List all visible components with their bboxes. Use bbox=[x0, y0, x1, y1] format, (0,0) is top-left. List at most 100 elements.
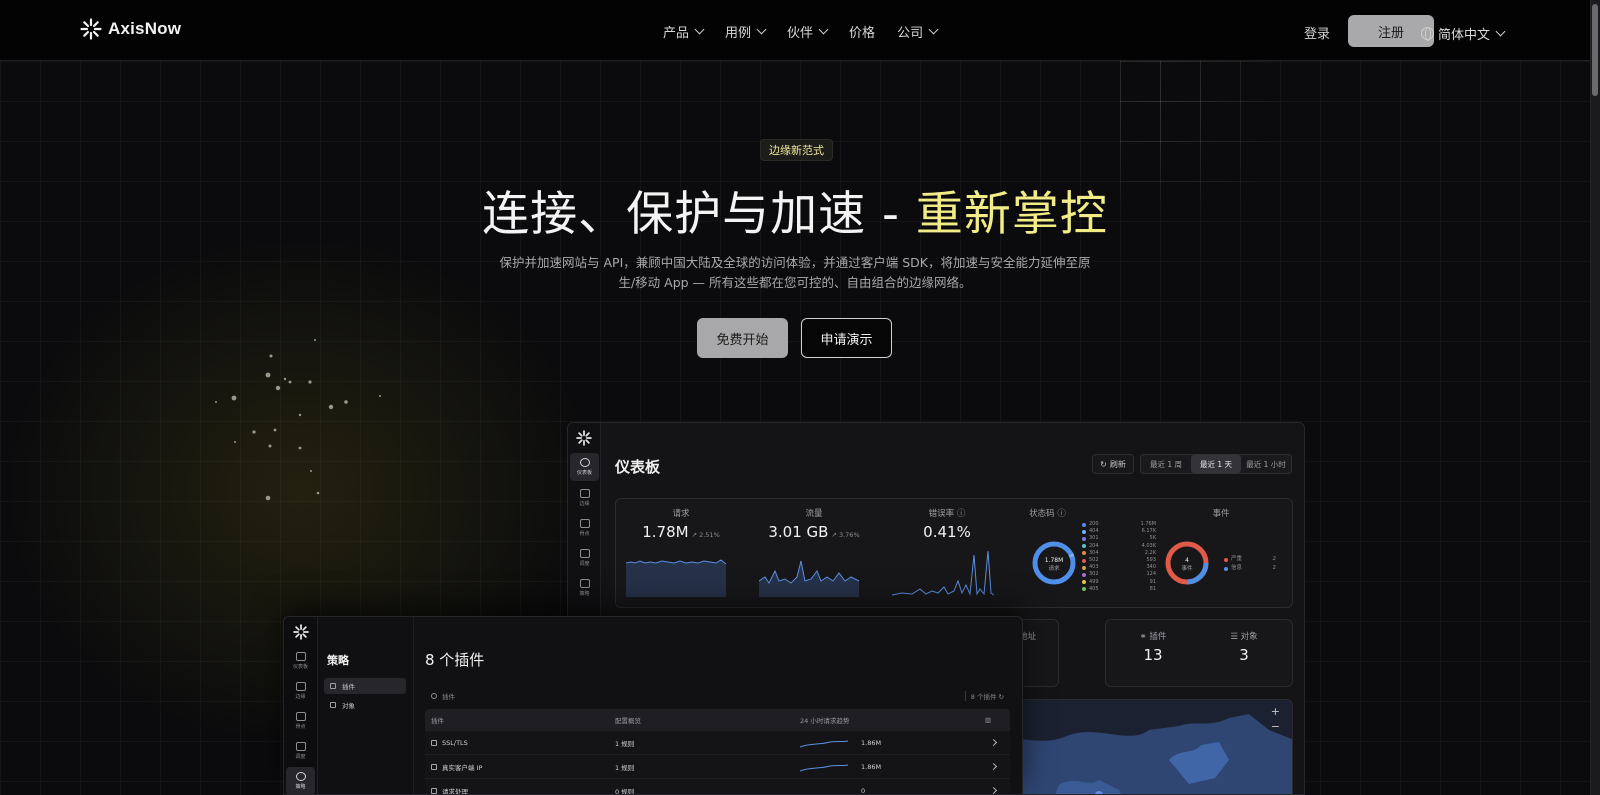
brand-logo[interactable]: AxisNow bbox=[80, 18, 181, 40]
sidebar-item-policy[interactable]: 策略 bbox=[286, 767, 315, 794]
sidebar-item-nodes[interactable]: 骨点 bbox=[286, 707, 315, 735]
sidebar-item-policy[interactable]: 策略 bbox=[570, 574, 599, 602]
subnav-item-plugins[interactable]: 插件 bbox=[324, 678, 406, 694]
brand-name: AxisNow bbox=[108, 19, 182, 38]
kpi-number: 3.01 GB bbox=[768, 523, 829, 541]
zoom-out-icon[interactable]: − bbox=[1271, 719, 1280, 734]
status-count: 4.03K bbox=[1141, 542, 1156, 549]
column-header[interactable]: 24 小时请求趋势 bbox=[800, 709, 849, 731]
start-free-button[interactable]: 免费开始 bbox=[697, 318, 788, 358]
status-code-row: 499 91 bbox=[1082, 579, 1156, 586]
plugin-config: 0 规则 bbox=[615, 787, 635, 795]
refresh-icon[interactable]: ↻ bbox=[999, 693, 1004, 701]
kpi-label-text: 错误率 bbox=[928, 509, 955, 519]
sidebar-item-nodes[interactable]: 骨点 bbox=[570, 514, 599, 542]
chevron-right-icon[interactable] bbox=[989, 738, 998, 747]
table-row[interactable]: 请求处理 0 规则 0 bbox=[425, 779, 1010, 795]
globe-icon bbox=[431, 763, 437, 770]
legend-swatch bbox=[1224, 557, 1228, 562]
legend-swatch bbox=[1082, 522, 1086, 527]
subtitle-line: 保护并加速网站与 API，兼顾中国大陆及全球的访问体验，并通过客户端 SDK，将… bbox=[499, 255, 1091, 270]
event-legend-row: 信息 2 bbox=[1224, 564, 1276, 573]
status-code: 499 bbox=[1089, 578, 1099, 585]
columns-icon[interactable]: ▥ bbox=[985, 709, 991, 731]
legend-swatch bbox=[1082, 573, 1086, 578]
chevron-down-icon bbox=[694, 24, 705, 35]
status-code-legend: 200 1.76M 404 6.17K 301 5K 204 4.03K 304 2.2K 502 5… bbox=[1082, 521, 1156, 593]
sidebar-label: 仪表板 bbox=[576, 470, 592, 476]
search-placeholder: 插件 bbox=[442, 693, 455, 701]
column-header[interactable]: 插件 bbox=[431, 709, 444, 731]
language-label: 简体中文 bbox=[1438, 28, 1491, 43]
menu-item-use-cases[interactable]: 用例 bbox=[725, 22, 767, 41]
status-count: 6.17K bbox=[1141, 528, 1156, 535]
legend-swatch bbox=[1082, 529, 1086, 534]
sort-icon bbox=[579, 579, 590, 588]
column-header[interactable]: 配置概览 bbox=[615, 709, 641, 731]
kpi-requests: 请求 1.78M ↗ 2.51% bbox=[616, 499, 746, 609]
stat-value: 3 bbox=[1239, 646, 1249, 664]
time-range-selector: 最近 1 周 最近 1 天 最近 1 小时 bbox=[1140, 454, 1292, 474]
menu-item-company[interactable]: 公司 bbox=[897, 22, 939, 41]
range-hour[interactable]: 最近 1 小时 bbox=[1241, 455, 1291, 473]
legend-swatch bbox=[1082, 580, 1086, 585]
range-week[interactable]: 最近 1 周 bbox=[1141, 455, 1191, 473]
kpi-label: 事件 bbox=[1212, 509, 1230, 519]
sidebar-label: 策略 bbox=[295, 784, 306, 790]
status-code-row: 403 340 bbox=[1082, 564, 1156, 571]
list-icon: ☰ bbox=[1230, 632, 1238, 642]
gauge-icon bbox=[579, 458, 590, 467]
login-link[interactable]: 登录 bbox=[1304, 23, 1330, 42]
sidebar-item-dashboard[interactable]: 仪表板 bbox=[570, 453, 599, 481]
chevron-right-icon[interactable] bbox=[989, 786, 998, 794]
server-icon bbox=[579, 489, 590, 498]
refresh-button[interactable]: ↻ 刷新 bbox=[1092, 454, 1134, 474]
info-icon[interactable]: ⓘ bbox=[1057, 509, 1066, 519]
subnav-item-objects[interactable]: 对象 bbox=[324, 697, 406, 713]
language-selector[interactable]: 简体中文 bbox=[1421, 24, 1506, 43]
plugin-name: 请求处理 bbox=[431, 779, 468, 794]
request-demo-button[interactable]: 申请演示 bbox=[801, 318, 892, 358]
plugin-search[interactable]: 插件 8 个插件 ↻ bbox=[425, 689, 1010, 703]
status-code: 301 bbox=[1089, 535, 1099, 542]
plugin-requests: 1.86M bbox=[861, 738, 882, 747]
chevron-right-icon[interactable] bbox=[989, 762, 998, 771]
menu-item-pricing[interactable]: 价格 bbox=[849, 22, 875, 41]
plugin-name: 真实客户端 IP bbox=[431, 755, 482, 778]
legend-swatch bbox=[1082, 565, 1086, 570]
sidebar-item-dashboard[interactable]: 仪表板 bbox=[286, 647, 315, 675]
menu-label: 价格 bbox=[849, 26, 876, 41]
sidebar-label: 调度 bbox=[579, 561, 590, 567]
chevron-down-icon bbox=[818, 24, 829, 35]
range-day[interactable]: 最近 1 天 bbox=[1191, 455, 1241, 473]
sidebar-item-edge[interactable]: 边缘 bbox=[570, 484, 599, 512]
menu-label: 用例 bbox=[725, 26, 752, 41]
sidebar-item-scheduling[interactable]: 调度 bbox=[286, 737, 315, 765]
status-code: 204 bbox=[1089, 542, 1099, 549]
node-icon bbox=[295, 712, 306, 721]
swap-icon bbox=[579, 549, 590, 558]
sidebar-item-edge[interactable]: 边缘 bbox=[286, 677, 315, 705]
vertical-scrollbar[interactable] bbox=[1590, 0, 1600, 795]
top-nav: AxisNow 产品 用例 伙伴 价格 公司 登录 注册 简体中文 bbox=[0, 0, 1590, 61]
plugin-config: 1 规则 bbox=[615, 739, 635, 748]
scrollbar-thumb[interactable] bbox=[1592, 4, 1598, 96]
stat-label: ☰ 对象 bbox=[1204, 630, 1284, 642]
kpi-number: 1.78M bbox=[642, 523, 689, 541]
zoom-in-icon[interactable]: + bbox=[1271, 704, 1280, 719]
headline-main: 连接、保护与加速 - bbox=[482, 187, 916, 242]
status-donut: 1.78M 请求 bbox=[1032, 541, 1076, 585]
kpi-label: 流量 bbox=[805, 509, 823, 519]
sidebar-item-scheduling[interactable]: 调度 bbox=[570, 544, 599, 572]
refresh-icon: ↻ bbox=[1100, 459, 1107, 469]
world-map[interactable]: + − bbox=[978, 699, 1293, 794]
menu-item-partners[interactable]: 伙伴 bbox=[787, 22, 829, 41]
plug-icon: ⚭ bbox=[1139, 632, 1147, 642]
table-row[interactable]: SSL/TLS 1 规则 1.86M bbox=[425, 731, 1010, 755]
table-row[interactable]: 真实客户端 IP 1 规则 1.86M bbox=[425, 755, 1010, 779]
plugin-name: SSL/TLS bbox=[431, 731, 468, 754]
subnav-label: 对象 bbox=[342, 702, 355, 710]
menu-item-products[interactable]: 产品 bbox=[663, 22, 705, 41]
kpi-number: 0.41% bbox=[923, 523, 971, 541]
info-icon[interactable]: ⓘ bbox=[957, 509, 966, 519]
